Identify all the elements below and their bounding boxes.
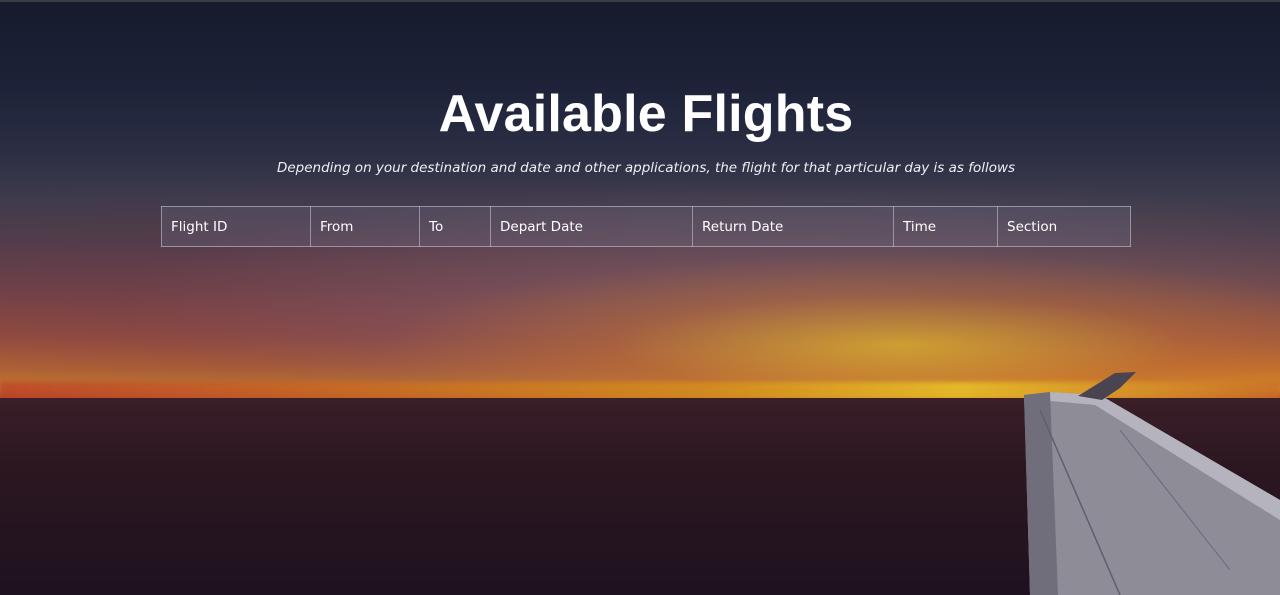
column-header-flight-id: Flight ID bbox=[161, 206, 311, 247]
flights-table: Flight ID From To Depart Date Return Dat… bbox=[161, 206, 1131, 247]
background-sky bbox=[0, 0, 1280, 400]
column-header-from: From bbox=[310, 206, 420, 247]
column-header-depart-date: Depart Date bbox=[490, 206, 693, 247]
page-subtitle: Depending on your destination and date a… bbox=[276, 160, 1016, 176]
column-header-return-date: Return Date bbox=[692, 206, 894, 247]
column-header-time: Time bbox=[893, 206, 998, 247]
airplane-wing-image bbox=[1024, 372, 1280, 595]
page-title: Available Flights bbox=[438, 85, 854, 143]
top-border bbox=[0, 0, 1280, 2]
table-header-row: Flight ID From To Depart Date Return Dat… bbox=[161, 206, 1131, 247]
column-header-section: Section bbox=[997, 206, 1131, 247]
page: Available Flights Depending on your dest… bbox=[0, 0, 1280, 595]
column-header-to: To bbox=[419, 206, 491, 247]
